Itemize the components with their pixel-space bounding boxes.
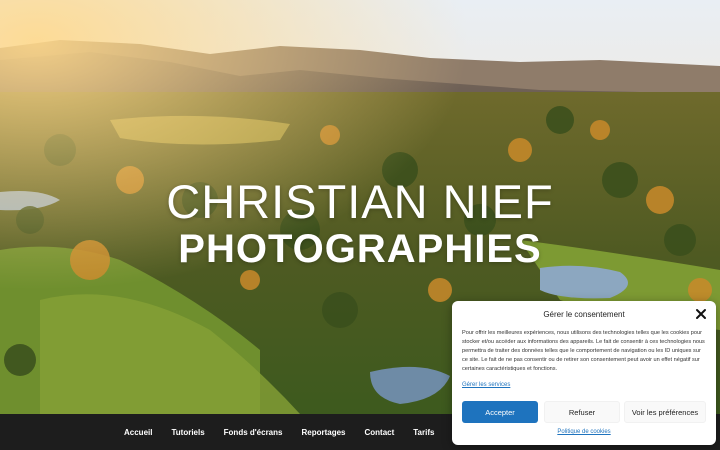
nav-item-contact[interactable]: Contact <box>364 428 394 437</box>
nav-item-tutoriels[interactable]: Tutoriels <box>171 428 204 437</box>
nav-item-accueil[interactable]: Accueil <box>124 428 152 437</box>
nav-item-tarifs[interactable]: Tarifs <box>413 428 434 437</box>
site-brand[interactable]: CHRISTIAN NIEF PHOTOGRAPHIES <box>0 175 720 271</box>
nav-menu: Accueil Tutoriels Fonds d'écrans Reporta… <box>124 414 453 450</box>
brand-name: CHRISTIAN NIEF <box>166 175 554 228</box>
nav-item-fonds-ecrans[interactable]: Fonds d'écrans <box>224 428 283 437</box>
refuse-button[interactable]: Refuser <box>544 401 620 423</box>
cookie-consent-dialog: Gérer le consentement Pour offrir les me… <box>452 301 716 445</box>
view-preferences-button[interactable]: Voir les préférences <box>624 401 706 423</box>
nav-item-reportages[interactable]: Reportages <box>301 428 345 437</box>
consent-description: Pour offrir les meilleures expériences, … <box>462 330 705 372</box>
brand-subtitle: PHOTOGRAPHIES <box>178 227 542 271</box>
accept-button[interactable]: Accepter <box>462 401 538 423</box>
manage-services-link[interactable]: Gérer les services <box>462 382 510 388</box>
close-icon[interactable] <box>695 307 707 319</box>
consent-title: Gérer le consentement <box>543 310 625 319</box>
cookie-policy-link[interactable]: Politique de cookies <box>452 429 716 435</box>
